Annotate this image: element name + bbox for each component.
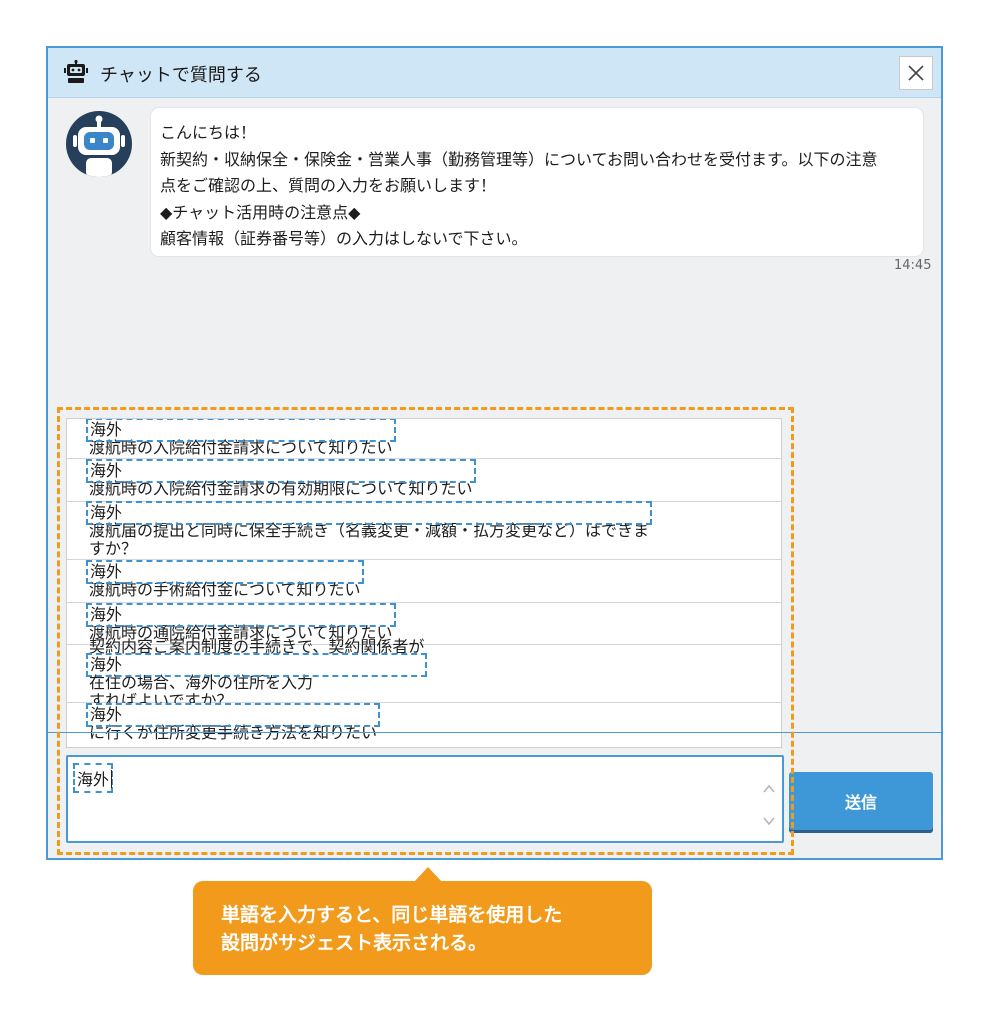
window-title: チャットで質問する	[100, 65, 262, 86]
close-icon	[908, 65, 924, 81]
callout-line: 単語を入力すると、同じ単語を使用した	[221, 904, 563, 926]
message-line: 点をご確認の上、質問の入力をお願いします！	[160, 176, 497, 195]
callout-arrow	[414, 867, 442, 882]
message-line: 新契約・収納保全・保険金・営業人事（勤務管理等）についてお問い合わせを受付ます。…	[160, 149, 878, 169]
message-line: ◆チャット活用時の注意点◆	[160, 202, 361, 222]
send-button[interactable]: 送信	[789, 772, 933, 830]
robot-icon	[64, 60, 88, 83]
robot-avatar-icon	[73, 115, 125, 177]
bot-message-bubble: こんにちは！ 新契約・収納保全・保険金・営業人事（勤務管理等）についてお問い合わ…	[151, 108, 923, 256]
message-timestamp: 14:45	[894, 258, 932, 273]
title-bar: チャットで質問する	[48, 48, 941, 98]
suggestion-highlight-frame	[57, 407, 794, 855]
annotation-callout: 単語を入力すると、同じ単語を使用した 設問がサジェスト表示される。	[193, 881, 652, 975]
callout-line: 設問がサジェスト表示される。	[221, 932, 488, 954]
message-line: 顧客情報（証券番号等）の入力はしないで下さい。	[160, 229, 528, 248]
message-line: こんにちは！	[160, 123, 257, 142]
close-button[interactable]	[899, 56, 933, 90]
bot-avatar	[66, 111, 132, 177]
chat-window: チャットで質問する こんにちは！ 新契約・収納保全・保険金・営業人事（勤務管理等…	[46, 46, 943, 860]
